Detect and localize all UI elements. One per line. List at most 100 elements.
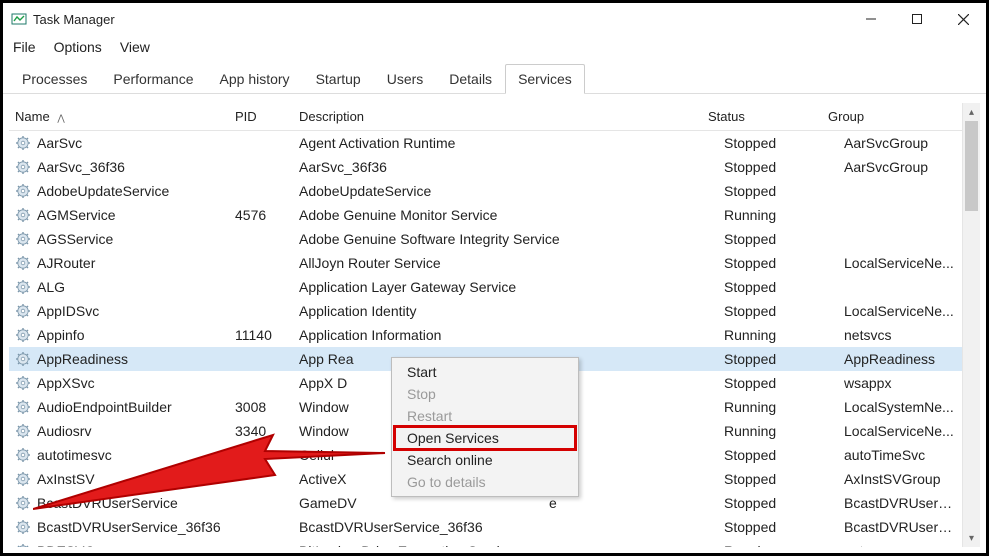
service-description: AdobeUpdateService	[293, 183, 718, 199]
tab-processes[interactable]: Processes	[9, 64, 100, 94]
service-status: Stopped	[718, 495, 838, 511]
service-name: AarSvc	[37, 135, 82, 151]
tab-performance[interactable]: Performance	[100, 64, 206, 94]
service-row[interactable]: Appinfo11140Application InformationRunni…	[9, 323, 962, 347]
service-name: AdobeUpdateService	[37, 183, 169, 199]
service-gear-icon	[15, 327, 31, 343]
column-header-name[interactable]: Name ⋀	[9, 109, 229, 124]
close-button[interactable]	[940, 3, 986, 35]
service-row[interactable]: AGMService4576Adobe Genuine Monitor Serv…	[9, 203, 962, 227]
vertical-scrollbar[interactable]: ▴ ▾	[962, 103, 980, 547]
tab-app-history[interactable]: App history	[207, 64, 303, 94]
maximize-button[interactable]	[894, 3, 940, 35]
service-gear-icon	[15, 255, 31, 271]
column-header-status[interactable]: Status	[702, 109, 822, 124]
service-name: AppReadiness	[37, 351, 128, 367]
service-name: AxInstSV	[37, 471, 95, 487]
service-name: autotimesvc	[37, 447, 112, 463]
service-status: Running	[718, 327, 838, 343]
menu-options[interactable]: Options	[54, 39, 102, 55]
service-group: netsvcs	[838, 543, 962, 547]
service-name: AJRouter	[37, 255, 95, 271]
service-row[interactable]: AarSvcAgent Activation RuntimeStoppedAar…	[9, 131, 962, 155]
service-name: AudioEndpointBuilder	[37, 399, 172, 415]
column-header-group[interactable]: Group	[822, 109, 946, 124]
tab-services[interactable]: Services	[505, 64, 585, 94]
menu-view[interactable]: View	[120, 39, 150, 55]
service-status: Running	[718, 543, 838, 547]
service-gear-icon	[15, 207, 31, 223]
window-title: Task Manager	[33, 12, 115, 27]
service-group: AarSvcGroup	[838, 159, 962, 175]
context-menu-open-services[interactable]: Open Services	[395, 427, 575, 449]
service-group: AarSvcGroup	[838, 135, 962, 151]
service-name: AGSService	[37, 231, 113, 247]
scroll-up-button[interactable]: ▴	[963, 103, 980, 121]
service-row[interactable]: ALGApplication Layer Gateway ServiceStop…	[9, 275, 962, 299]
service-description: BcastDVRUserService_36f36	[293, 519, 718, 535]
service-description: GameDVe	[293, 495, 718, 511]
service-status: Stopped	[718, 471, 838, 487]
minimize-button[interactable]	[848, 3, 894, 35]
service-gear-icon	[15, 231, 31, 247]
service-gear-icon	[15, 375, 31, 391]
service-name: BcastDVRUserService	[37, 495, 178, 511]
service-row[interactable]: AppIDSvcApplication IdentityStoppedLocal…	[9, 299, 962, 323]
service-row[interactable]: AarSvc_36f36AarSvc_36f36StoppedAarSvcGro…	[9, 155, 962, 179]
context-menu-search-online[interactable]: Search online	[395, 449, 575, 471]
service-gear-icon	[15, 399, 31, 415]
service-status: Stopped	[718, 255, 838, 271]
service-status: Stopped	[718, 231, 838, 247]
tab-strip: ProcessesPerformanceApp historyStartupUs…	[3, 63, 986, 94]
service-status: Running	[718, 207, 838, 223]
service-row[interactable]: BDESVC BitLocker Drive Encryption Service…	[9, 539, 962, 547]
column-header-pid[interactable]: PID	[229, 109, 293, 124]
column-header-description[interactable]: Description	[293, 109, 702, 124]
service-status: Stopped	[718, 375, 838, 391]
task-manager-window: Task Manager File Options View Processes…	[0, 0, 989, 556]
window-controls	[848, 3, 986, 35]
service-name: BDESVC	[37, 543, 95, 547]
menu-file[interactable]: File	[13, 39, 36, 55]
service-pid: 3008	[229, 399, 293, 415]
service-gear-icon	[15, 351, 31, 367]
context-menu-start[interactable]: Start	[395, 361, 575, 383]
service-gear-icon	[15, 183, 31, 199]
service-group: AppReadiness	[838, 351, 962, 367]
service-gear-icon	[15, 543, 31, 547]
titlebar-left: Task Manager	[11, 11, 115, 27]
service-row[interactable]: BcastDVRUserService_36f36BcastDVRUserSer…	[9, 515, 962, 539]
app-icon	[11, 11, 27, 27]
scroll-down-button[interactable]: ▾	[963, 529, 980, 547]
service-gear-icon	[15, 303, 31, 319]
service-name: AGMService	[37, 207, 116, 223]
service-group: autoTimeSvc	[838, 447, 962, 463]
service-status: Stopped	[718, 135, 838, 151]
tab-users[interactable]: Users	[374, 64, 437, 94]
titlebar: Task Manager	[3, 3, 986, 35]
service-status: Running	[718, 423, 838, 439]
scroll-thumb[interactable]	[965, 121, 978, 211]
service-group: LocalServiceNe...	[838, 423, 962, 439]
service-gear-icon	[15, 159, 31, 175]
service-gear-icon	[15, 279, 31, 295]
tab-startup[interactable]: Startup	[303, 64, 374, 94]
service-status: Stopped	[718, 519, 838, 535]
service-row[interactable]: AGSServiceAdobe Genuine Software Integri…	[9, 227, 962, 251]
service-gear-icon	[15, 471, 31, 487]
service-description: Application Layer Gateway Service	[293, 279, 718, 295]
service-row[interactable]: AJRouterAllJoyn Router ServiceStoppedLoc…	[9, 251, 962, 275]
context-menu-go-to-details: Go to details	[395, 471, 575, 493]
service-pid: 3340	[229, 423, 293, 439]
service-description: BitLocker Drive Encryption Service	[293, 543, 718, 547]
service-gear-icon	[15, 135, 31, 151]
menubar: File Options View	[3, 35, 986, 63]
service-pid: 11140	[229, 327, 293, 343]
service-description: AarSvc_36f36	[293, 159, 718, 175]
context-menu: StartStopRestartOpen ServicesSearch onli…	[391, 357, 579, 497]
service-row[interactable]: AdobeUpdateServiceAdobeUpdateServiceStop…	[9, 179, 962, 203]
tab-details[interactable]: Details	[436, 64, 505, 94]
service-name: AarSvc_36f36	[37, 159, 125, 175]
service-status: Stopped	[718, 159, 838, 175]
service-name: AppIDSvc	[37, 303, 99, 319]
